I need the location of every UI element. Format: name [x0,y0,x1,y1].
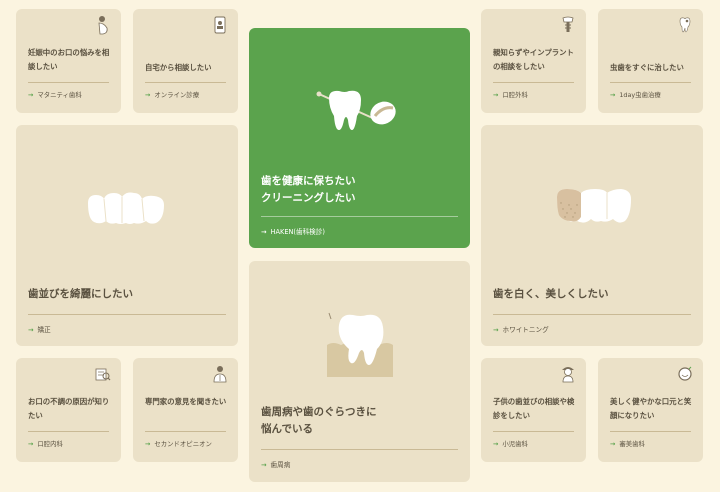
card-link-label: セカンドオピニオン [154,440,212,448]
arrow-right-icon: → [145,91,151,99]
arrow-right-icon: → [610,440,616,448]
card-title: 自宅から相談したい [145,63,212,72]
arrow-right-icon: → [493,91,499,99]
card-link[interactable]: → セカンドオピニオン [145,439,212,448]
magnifier-document-icon [95,368,111,381]
card-alignment[interactable]: 歯並びを綺麗にしたい → 矯正 [16,125,238,346]
card-link[interactable]: → 矯正 [28,324,51,334]
arrow-right-icon: → [28,91,34,99]
card-link-label: ホワイトニング [502,326,549,334]
card-link-label: 口腔内科 [37,440,63,448]
arrow-right-icon: → [493,326,499,334]
card-link[interactable]: → ホワイトニング [493,324,549,334]
card-online[interactable]: 自宅から相談したい → オンライン診療 [133,9,238,113]
smile-icon [678,366,692,381]
card-perio[interactable]: 歯周病や歯のぐらつきに 悩んでいる → 歯周病 [249,261,470,482]
arrow-right-icon: → [145,440,151,448]
divider [28,82,109,83]
card-title: 美しく健やかな口元と笑顔になりたい [610,397,692,420]
card-title: 妊娠中のお口の悩みを相談したい [28,48,110,71]
divider [261,216,458,217]
whitening-teeth-icon [557,189,631,223]
card-link-label: 口腔外科 [502,91,528,99]
card-cosmetic[interactable]: 美しく健やかな口元と笑顔になりたい → 審美歯科 [598,358,703,462]
card-title: 歯並びを綺麗にしたい [28,288,133,300]
card-bad-breath[interactable]: お口の不調の原因が知りたい → 口腔内科 [16,358,121,462]
card-link[interactable]: → 小児歯科 [493,439,528,448]
card-link-label: マタニティ歯科 [37,91,82,99]
teeth-row-icon [88,192,164,224]
arrow-right-icon: → [28,326,34,334]
card-title: 虫歯をすぐに治したい [610,63,684,72]
card-link-label: 審美歯科 [619,440,645,448]
arrow-right-icon: → [261,228,267,236]
tooth-cleaning-icon [316,90,396,130]
card-link[interactable]: → HAKEN(歯科検診) [261,226,325,236]
divider [493,314,691,315]
card-title: 歯を白く、美しくしたい [493,288,609,300]
divider [28,314,226,315]
card-link[interactable]: → 審美歯科 [610,439,645,448]
card-link[interactable]: → 口腔外科 [493,90,528,99]
card-link[interactable]: → 歯周病 [261,459,290,469]
divider [610,82,691,83]
pregnant-person-icon [98,16,108,35]
decayed-tooth-icon [679,17,691,33]
arrow-right-icon: → [493,440,499,448]
divider [145,431,226,432]
card-link-label: オンライン診療 [154,91,200,99]
card-link-label: 矯正 [37,326,51,334]
arrow-right-icon: → [261,461,267,469]
card-link[interactable]: → 1day虫歯治療 [610,90,661,99]
card-cavity[interactable]: 虫歯をすぐに治したい → 1day虫歯治療 [598,9,703,113]
card-whitening[interactable]: 歯を白く、美しくしたい → ホワイトニング [481,125,703,346]
card-link[interactable]: → マタニティ歯科 [28,90,82,99]
arrow-right-icon: → [28,440,34,448]
card-link[interactable]: → オンライン診療 [145,90,199,99]
card-maternity[interactable]: 妊娠中のお口の悩みを相談したい → マタニティ歯科 [16,9,121,113]
card-wisdom[interactable]: 親知らずやインプラントの相談をしたい → 口腔外科 [481,9,586,113]
implant-icon [562,16,574,32]
arrow-right-icon: → [610,91,616,99]
card-link-label: 小児歯科 [502,440,528,448]
divider [493,431,574,432]
divider [261,449,458,450]
card-link[interactable]: → 口腔内科 [28,439,63,448]
doctor-icon [213,366,227,383]
divider [610,431,691,432]
card-title: 子供の歯並びの相談や検診をしたい [493,397,575,420]
card-title: 歯を健康に保ちたい クリーニングしたい [261,175,356,204]
card-link-label: HAKEN(歯科検診) [270,228,325,236]
card-title: 専門家の意見を聞きたい [145,397,227,406]
card-pediatric[interactable]: 子供の歯並びの相談や検診をしたい → 小児歯科 [481,358,586,462]
loose-tooth-icon [327,312,393,377]
child-icon [562,367,574,383]
card-title: 親知らずやインプラントの相談をしたい [493,48,574,71]
divider [28,431,109,432]
card-cleaning[interactable]: 歯を健康に保ちたい クリーニングしたい → HAKEN(歯科検診) [249,28,470,248]
card-link-label: 歯周病 [270,461,291,469]
smartphone-icon [214,16,226,34]
divider [493,82,574,83]
card-title: 歯周病や歯のぐらつきに 悩んでいる [261,406,377,435]
card-link-label: 1day虫歯治療 [619,91,661,99]
card-title: お口の不調の原因が知りたい [28,397,110,420]
card-second-opinion[interactable]: 専門家の意見を聞きたい → セカンドオピニオン [133,358,238,462]
divider [145,82,226,83]
